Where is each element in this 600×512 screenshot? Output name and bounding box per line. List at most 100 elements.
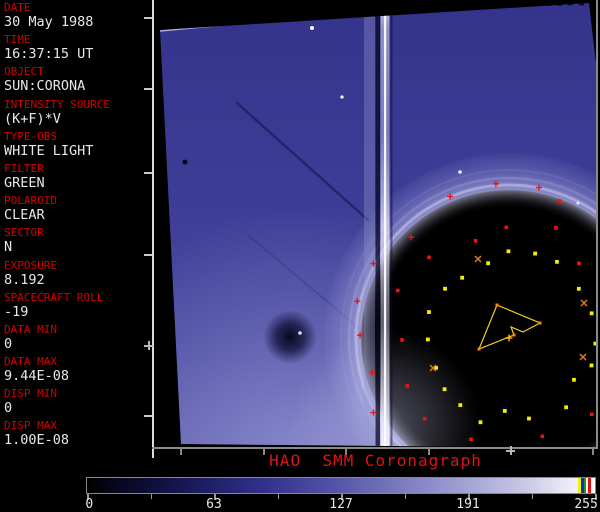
blob-speck (298, 331, 302, 335)
marker-dot (422, 416, 427, 421)
left-axis (152, 0, 154, 458)
metadata-label: DISP MIN (4, 387, 57, 401)
dark-blob (263, 310, 317, 364)
overflow-stripe (588, 478, 591, 493)
metadata-label: TIME (4, 33, 31, 47)
polygon-vertex-dot (512, 333, 516, 337)
metadata-item: DATA MAX 9.44E-08 (0, 356, 150, 388)
metadata-label: DATE (4, 1, 31, 14)
marker-dot (576, 286, 581, 291)
polygon-vertex-dot (477, 347, 481, 351)
metadata-panel: DATE 30 May 1988 TIME 16:37:15 UT OBJECT SUN:… (0, 2, 150, 453)
metadata-label: POLAROID (4, 194, 57, 208)
marker-dot (427, 255, 431, 260)
colorbar-tick-label: 127 (329, 497, 353, 512)
marker-dot (400, 338, 404, 342)
colorbar-gradient (87, 478, 595, 493)
marker-dot (427, 310, 431, 314)
marker-dot (589, 363, 594, 368)
marker-dot (478, 420, 483, 425)
metadata-label: SECTOR (4, 226, 44, 240)
marker-dot (577, 261, 581, 266)
sun-center-axis-marker (144, 341, 153, 350)
marker-dot (590, 412, 594, 417)
metadata-value: 30 May 1988 (4, 14, 94, 30)
marker-dot (469, 437, 473, 442)
right-axis (596, 0, 598, 448)
colorbar-tick-label: 191 (456, 497, 480, 512)
metadata-value: 9.44E-08 (4, 368, 70, 385)
metadata-label: DISP MAX (4, 419, 57, 433)
marker-dot (502, 409, 507, 413)
marker-dot (527, 416, 531, 421)
marker-dot (540, 434, 545, 439)
axis-tick (144, 254, 152, 256)
metadata-item: OBJECT SUN:CORONA (0, 66, 150, 98)
colorbar-tick-label: 0 (85, 497, 94, 512)
metadata-value: -19 (4, 303, 29, 320)
coronagraph-image[interactable] (153, 0, 598, 448)
marker-dot (425, 337, 430, 342)
colorbar: 0 63 127 191 255 (85, 477, 598, 511)
metadata-label: OBJECT (4, 65, 44, 79)
metadata-item: SECTOR N (0, 227, 150, 259)
metadata-item: TIME 16:37:15 UT (0, 34, 150, 66)
marker-dot (564, 405, 569, 410)
marker-dot (557, 199, 562, 203)
white-speck (340, 95, 344, 99)
dark-speck (182, 159, 188, 165)
metadata-item: DATE 30 May 1988 (0, 2, 150, 34)
metadata-value: 1.00E-08 (4, 432, 70, 449)
polygon-vertex-dot (538, 321, 542, 325)
metadata-label: DATA MIN (4, 322, 57, 336)
metadata-label: TYPE-OBS (4, 129, 57, 143)
metadata-item: DISP MIN 0 (0, 388, 150, 420)
marker-dot (473, 239, 478, 243)
metadata-value: CLEAR (4, 207, 45, 224)
marker-dot (405, 384, 410, 388)
metadata-label: EXPOSURE (4, 258, 57, 272)
metadata-item: FILTER GREEN (0, 163, 150, 195)
marker-dot (572, 377, 576, 382)
colorbar-minor-tick (404, 494, 406, 499)
marker-dot (486, 261, 491, 266)
marker-dot (504, 225, 509, 230)
marker-dot (533, 251, 538, 256)
metadata-value: WHITE LIGHT (4, 142, 94, 159)
axis-tick (144, 172, 152, 174)
metadata-value: SUN:CORONA (4, 78, 86, 95)
axis-tick (144, 17, 152, 19)
colorbar-minor-tick (531, 494, 533, 499)
metadata-item: POLAROID CLEAR (0, 195, 150, 227)
colorbar-minor-tick (150, 494, 152, 499)
marker-dot (458, 403, 463, 408)
metadata-value: 16:37:15 UT (4, 46, 94, 63)
marker-dot (395, 288, 400, 293)
metadata-value: 0 (4, 335, 13, 352)
metadata-item: DISP MAX 1.00E-08 (0, 420, 150, 452)
colorbar-tick-label: 63 (206, 497, 222, 512)
metadata-value: N (4, 239, 13, 256)
metadata-value: 0 (4, 400, 13, 417)
metadata-item: DATA MIN 0 (0, 324, 150, 356)
marker-dot (589, 311, 594, 316)
metadata-label: INTENSITY SOURCE (4, 97, 110, 111)
axis-tick (144, 415, 152, 417)
metadata-label: DATA MAX (4, 355, 57, 369)
marker-dot (460, 275, 465, 280)
metadata-label: FILTER (4, 161, 44, 175)
marker-dot (443, 286, 447, 291)
axis-tick (144, 88, 152, 90)
marker-dot (506, 249, 511, 254)
marker-dot (554, 226, 558, 230)
metadata-item: TYPE-OBS WHITE LIGHT (0, 131, 150, 163)
metadata-value: (K+F)*V (4, 110, 61, 127)
metadata-item: SPACECRAFT ROLL -19 (0, 292, 150, 324)
white-speck (310, 26, 314, 30)
bottom-axis (152, 447, 598, 449)
marker-dot (555, 259, 559, 264)
colorbar-tick-label: 255 (574, 497, 598, 512)
coronagraph-viewer-window: DATE 30 May 1988 TIME 16:37:15 UT OBJECT SUN:… (0, 0, 600, 512)
metadata-item: EXPOSURE 8.192 (0, 260, 150, 292)
metadata-label: SPACECRAFT ROLL (4, 290, 104, 304)
